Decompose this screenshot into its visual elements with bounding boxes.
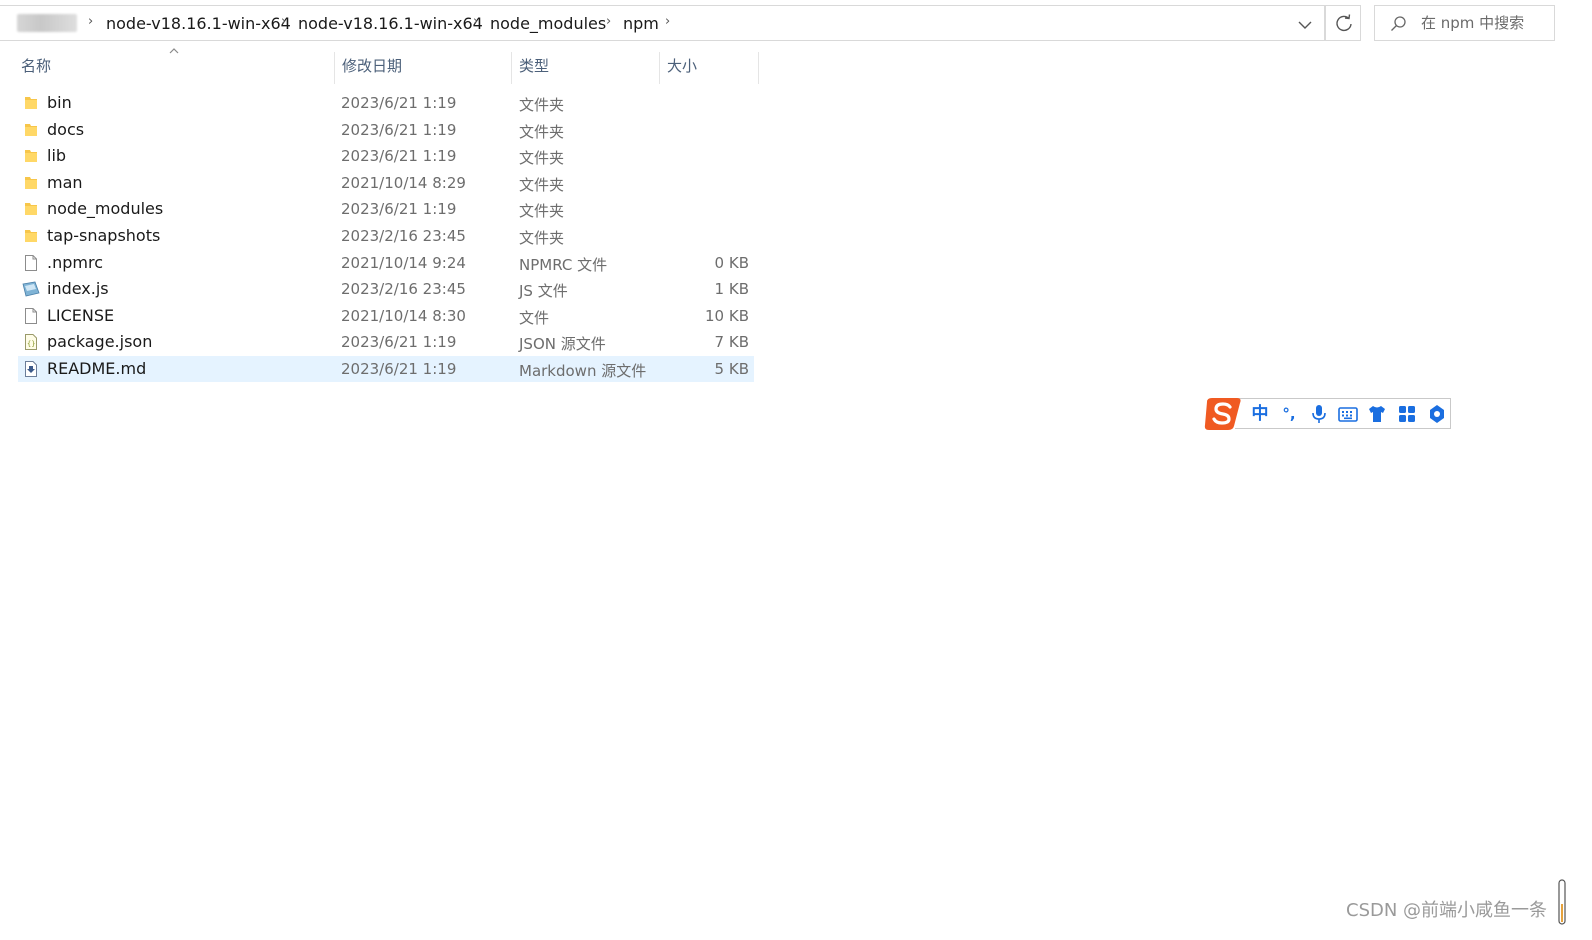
ime-toolbar[interactable]: 中 °,: [1203, 396, 1452, 432]
file-icon: [24, 307, 38, 325]
blurred-path-root: [17, 14, 77, 32]
json-file-icon: {}: [24, 333, 38, 351]
file-modified-date: 2021/10/14 9:24: [341, 254, 466, 272]
column-header-type[interactable]: 类型: [512, 47, 659, 85]
markdown-file-icon: [24, 360, 38, 378]
chevron-right-icon[interactable]: ›: [606, 14, 611, 29]
file-modified-date: 2023/6/21 1:19: [341, 94, 457, 112]
file-name: .npmrc: [47, 253, 103, 272]
chevron-right-icon[interactable]: ›: [281, 14, 286, 29]
folder-icon: [24, 121, 38, 139]
folder-icon: [24, 174, 38, 192]
column-header-name[interactable]: 名称: [14, 47, 334, 85]
breadcrumb-item[interactable]: node-v18.16.1-win-x64: [298, 14, 483, 33]
ime-mode-toggle[interactable]: 中: [1249, 404, 1271, 424]
folder-icon: [24, 227, 38, 245]
file-type: Markdown 源文件: [519, 362, 647, 380]
chevron-right-icon[interactable]: ›: [473, 14, 478, 29]
js-file-icon: [22, 280, 40, 298]
chevron-right-icon[interactable]: ›: [88, 14, 93, 29]
file-type: 文件: [519, 309, 550, 327]
file-name: bin: [47, 93, 72, 112]
file-modified-date: 2021/10/14 8:29: [341, 174, 466, 192]
breadcrumb-item[interactable]: npm: [623, 14, 659, 33]
file-name: index.js: [47, 279, 109, 298]
file-row[interactable]: tap-snapshots 2023/2/16 23:45 文件夹: [18, 223, 754, 249]
file-type: 文件夹: [519, 229, 565, 247]
file-row[interactable]: docs 2023/6/21 1:19 文件夹: [18, 117, 754, 143]
file-type: 文件夹: [519, 176, 565, 194]
file-modified-date: 2023/6/21 1:19: [341, 147, 457, 165]
file-name: node_modules: [47, 199, 164, 218]
column-divider[interactable]: [758, 52, 759, 84]
file-name: README.md: [47, 359, 147, 378]
file-row[interactable]: {} package.json 2023/6/21 1:19 JSON 源文件 7 KB: [18, 329, 754, 355]
file-explorer-window: › node-v18.16.1-win-x64 › node-v18.16.1-…: [0, 0, 1592, 940]
search-box[interactable]: [1374, 5, 1555, 41]
file-name: docs: [47, 120, 85, 139]
file-modified-date: 2021/10/14 8:30: [341, 307, 466, 325]
file-modified-date: 2023/2/16 23:45: [341, 227, 466, 245]
chevron-right-icon[interactable]: ›: [665, 14, 670, 29]
refresh-icon: [1336, 14, 1352, 32]
search-input[interactable]: [1421, 12, 1547, 34]
file-modified-date: 2023/2/16 23:45: [341, 280, 466, 298]
file-row[interactable]: LICENSE 2021/10/14 8:30 文件 10 KB: [18, 303, 754, 329]
csdn-watermark: CSDN @前端小咸鱼一条: [1346, 900, 1548, 921]
file-icon: [24, 254, 38, 272]
file-type: 文件夹: [519, 149, 565, 167]
resize-grip-icon: [1558, 879, 1566, 925]
file-row[interactable]: README.md 2023/6/21 1:19 Markdown 源文件 5 KB: [18, 356, 754, 382]
file-modified-date: 2023/6/21 1:19: [341, 121, 457, 139]
file-row[interactable]: bin 2023/6/21 1:19 文件夹: [18, 90, 754, 116]
file-size: 10 KB: [705, 307, 749, 325]
column-header-size[interactable]: 大小: [660, 47, 758, 85]
sogou-logo-icon[interactable]: [1203, 396, 1245, 432]
file-modified-date: 2023/6/21 1:19: [341, 200, 457, 218]
file-size: 7 KB: [714, 333, 749, 351]
file-size: 5 KB: [714, 360, 749, 378]
file-type: JSON 源文件: [519, 335, 606, 353]
file-name: tap-snapshots: [47, 226, 161, 245]
file-name: package.json: [47, 332, 153, 351]
file-name: man: [47, 173, 83, 192]
breadcrumb-item[interactable]: node_modules: [490, 14, 606, 33]
file-modified-date: 2023/6/21 1:19: [341, 360, 457, 378]
settings-icon[interactable]: [1426, 404, 1448, 424]
folder-icon: [24, 200, 38, 218]
microphone-icon[interactable]: [1308, 404, 1330, 424]
file-row[interactable]: index.js 2023/2/16 23:45 JS 文件 1 KB: [18, 276, 754, 302]
skin-shirt-icon[interactable]: [1366, 404, 1388, 424]
file-row[interactable]: .npmrc 2021/10/14 9:24 NPMRC 文件 0 KB: [18, 250, 754, 276]
file-type: JS 文件: [519, 282, 568, 300]
refresh-button[interactable]: [1325, 5, 1361, 41]
file-row[interactable]: man 2021/10/14 8:29 文件夹: [18, 170, 754, 196]
file-type: 文件夹: [519, 123, 565, 141]
file-name: lib: [47, 146, 67, 165]
toolbox-grid-icon[interactable]: [1396, 404, 1418, 424]
file-type: 文件夹: [519, 202, 565, 220]
file-row[interactable]: node_modules 2023/6/21 1:19 文件夹: [18, 196, 754, 222]
file-size: 1 KB: [714, 280, 749, 298]
file-type: 文件夹: [519, 96, 565, 114]
folder-icon: [24, 147, 38, 165]
search-icon: [1391, 16, 1406, 31]
breadcrumb-item[interactable]: node-v18.16.1-win-x64: [106, 14, 291, 33]
ime-punctuation-toggle[interactable]: °,: [1278, 404, 1300, 424]
folder-icon: [24, 94, 38, 112]
file-size: 0 KB: [714, 254, 749, 272]
address-bar[interactable]: › node-v18.16.1-win-x64 › node-v18.16.1-…: [0, 5, 1325, 41]
file-modified-date: 2023/6/21 1:19: [341, 333, 457, 351]
keyboard-icon[interactable]: [1337, 404, 1359, 424]
file-row[interactable]: lib 2023/6/21 1:19 文件夹: [18, 143, 754, 169]
chevron-down-icon: [1298, 21, 1312, 29]
file-name: LICENSE: [47, 306, 115, 325]
address-history-dropdown[interactable]: [1292, 14, 1318, 36]
column-header-date[interactable]: 修改日期: [335, 47, 511, 85]
file-type: NPMRC 文件: [519, 256, 608, 274]
svg-text:{}: {}: [27, 340, 35, 348]
